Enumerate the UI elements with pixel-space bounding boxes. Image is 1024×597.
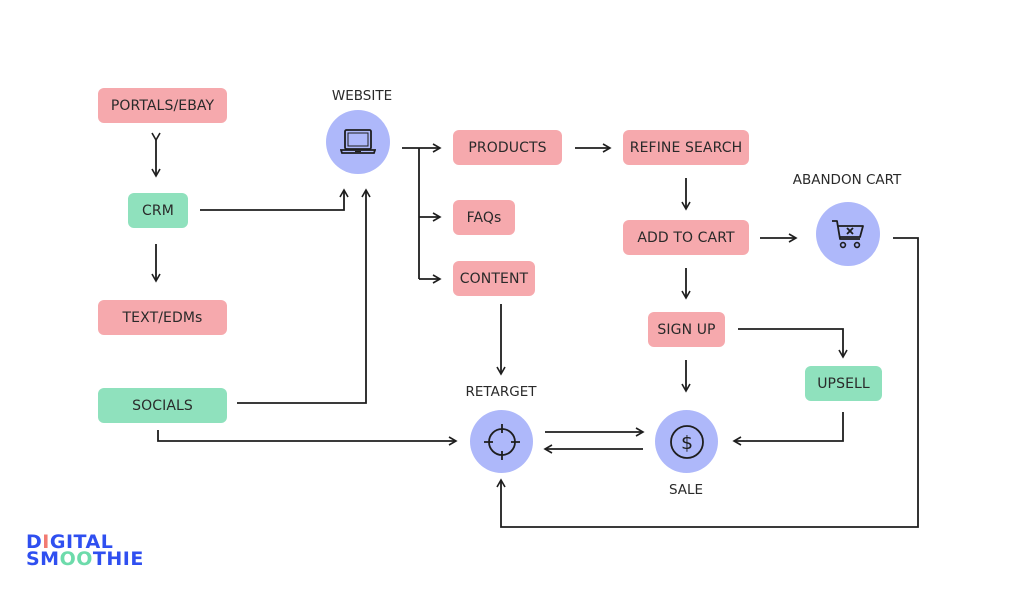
svg-text:$: $ xyxy=(680,432,692,454)
node-sign-up[interactable]: SIGN UP xyxy=(648,312,725,347)
node-text-edms[interactable]: TEXT/EDMs xyxy=(98,300,227,335)
node-socials[interactable]: SOCIALS xyxy=(98,388,227,423)
stage-sale[interactable]: $ xyxy=(655,410,718,473)
edge-signup-upsell xyxy=(738,328,848,359)
edge-socials-retarget xyxy=(157,430,458,446)
abandon-cart-label: ABANDON CART xyxy=(792,172,902,188)
node-portals-ebay[interactable]: PORTALS/EBAY xyxy=(98,88,227,123)
website-label: WEBSITE xyxy=(331,88,393,104)
laptop-icon xyxy=(340,129,376,154)
retarget-label: RETARGET xyxy=(465,384,537,400)
cart-x-icon xyxy=(832,220,864,249)
dollar-icon: $ xyxy=(669,424,704,459)
node-products[interactable]: PRODUCTS xyxy=(453,130,562,165)
node-add-to-cart[interactable]: ADD TO CART xyxy=(623,220,749,255)
edge-upsell-sale xyxy=(732,412,844,446)
node-content[interactable]: CONTENT xyxy=(453,261,535,296)
edge-crm-website xyxy=(200,188,349,211)
edge-socials-website xyxy=(237,188,371,404)
node-refine-search[interactable]: REFINE SEARCH xyxy=(623,130,749,165)
stage-website[interactable] xyxy=(326,110,390,174)
digital-smoothie-logo: DIGITAL SMOOTHIE xyxy=(26,533,144,570)
node-faqs[interactable]: FAQs xyxy=(453,200,515,235)
node-crm[interactable]: CRM xyxy=(128,193,188,228)
crosshair-icon xyxy=(483,423,520,460)
node-upsell[interactable]: UPSELL xyxy=(805,366,882,401)
logo-line-2: SMOOTHIE xyxy=(26,548,144,570)
stage-retarget[interactable] xyxy=(470,410,533,473)
stage-abandon-cart[interactable] xyxy=(816,202,880,266)
sale-label: SALE xyxy=(668,482,704,498)
